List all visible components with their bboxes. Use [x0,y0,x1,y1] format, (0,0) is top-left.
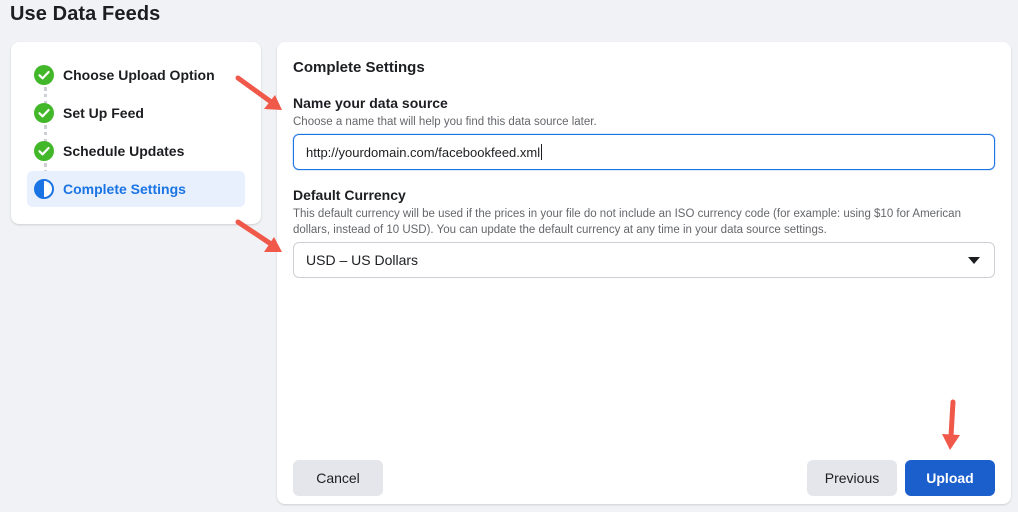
default-currency-label: Default Currency [293,187,406,203]
section-title: Complete Settings [293,59,425,76]
steps-panel: Choose Upload Option Set Up Feed Schedul… [11,42,261,224]
step-complete-settings[interactable]: Complete Settings [27,171,245,207]
step-choose-upload-option[interactable]: Choose Upload Option [27,57,245,93]
data-source-name-help: Choose a name that will help you find th… [293,116,597,128]
data-source-name-input[interactable]: http://yourdomain.com/facebookfeed.xml [293,134,995,170]
settings-panel: Complete Settings Name your data source … [277,42,1011,504]
half-circle-icon [34,179,54,199]
default-currency-help: This default currency will be used if th… [293,208,961,236]
data-source-name-value: http://yourdomain.com/facebookfeed.xml [306,144,541,160]
upload-button[interactable]: Upload [905,460,995,496]
step-set-up-feed[interactable]: Set Up Feed [27,95,245,131]
cancel-button[interactable]: Cancel [293,460,383,496]
previous-button[interactable]: Previous [807,460,897,496]
step-label: Set Up Feed [63,105,144,121]
text-caret [541,144,543,160]
step-label: Complete Settings [63,181,186,197]
caret-down-icon [968,256,980,264]
check-circle-icon [34,103,54,123]
step-label: Schedule Updates [63,143,185,159]
step-label: Choose Upload Option [63,67,215,83]
default-currency-value: USD – US Dollars [306,252,419,268]
check-circle-icon [34,65,54,85]
step-schedule-updates[interactable]: Schedule Updates [27,133,245,169]
default-currency-select[interactable]: USD – US Dollars [293,242,995,278]
check-circle-icon [34,141,54,161]
page-title: Use Data Feeds [10,3,161,25]
data-source-name-label: Name your data source [293,95,448,111]
